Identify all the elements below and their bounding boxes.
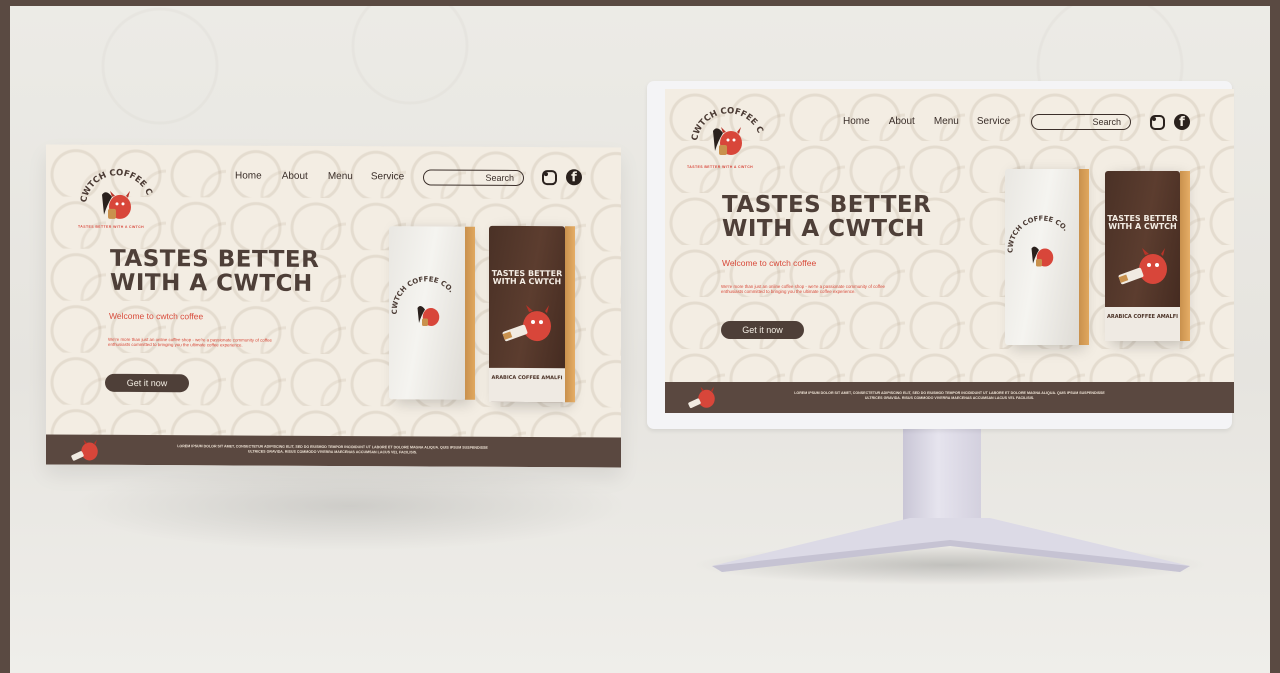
instagram-icon[interactable]: [1150, 114, 1165, 130]
bag-gusset: [1180, 171, 1190, 341]
brown-bag-title: TASTES BETTER WITH A CWTCH: [1105, 214, 1180, 232]
brand-logo[interactable]: CWTCH COFFEE CO. TASTES BETTER WITH A CW…: [72, 150, 156, 237]
welcome-text: Welcome to cwtch coffee: [109, 310, 204, 322]
footer-mascot-icon: [688, 386, 715, 409]
social-links: f: [1150, 114, 1190, 130]
intro-paragraph: We're more than just an online coffee sh…: [721, 284, 885, 295]
search-input[interactable]: Search: [423, 169, 524, 186]
bag-gusset: [1079, 169, 1089, 345]
nav-service[interactable]: Service: [371, 171, 404, 182]
search-input[interactable]: Search: [1031, 114, 1131, 130]
brown-bag-label: ARABICA COFFEE AMALFI: [491, 374, 563, 382]
dragon-mascot-icon: [102, 190, 131, 219]
hero-headline: TASTES BETTER WITH A CWTCH: [722, 193, 931, 241]
headline-line-1: TASTES BETTER: [110, 245, 320, 273]
nav-service[interactable]: Service: [977, 116, 1010, 127]
brand-logo[interactable]: CWTCH COFFEE CO. TASTES BETTER WITH A CW…: [683, 89, 767, 175]
get-it-now-button[interactable]: Get it now: [721, 321, 804, 339]
white-coffee-bag: CWTCH COFFEE CO.: [389, 226, 475, 400]
nav-home[interactable]: Home: [843, 116, 870, 127]
logo-tagline: TASTES BETTER WITH A CWTCH: [78, 224, 145, 230]
intro-paragraph: We're more than just an online coffee sh…: [108, 336, 272, 348]
brown-coffee-bag: TASTES BETTER WITH A CWTCH ARABICA COFFE…: [489, 225, 575, 403]
bag-mascot-icon: [417, 306, 440, 327]
footer-bar: Lorem ipsum dolor sit amet, consectetur …: [46, 434, 621, 468]
brown-coffee-bag: TASTES BETTER WITH A CWTCH ARABICA COFFE…: [1105, 171, 1190, 341]
nav-home[interactable]: Home: [235, 170, 262, 181]
instagram-icon[interactable]: [542, 169, 557, 185]
headline-line-2: WITH A CWTCH: [110, 269, 313, 298]
bag-label-band: ARABICA COFFEE AMALFI: [1105, 307, 1180, 341]
brown-bag-title: TASTES BETTER WITH A CWTCH: [489, 269, 565, 287]
brown-bag-label: ARABICA COFFEE AMALFI: [1106, 314, 1179, 320]
nav-about[interactable]: About: [889, 116, 915, 127]
panel-floor-shadow: [70, 461, 630, 551]
monitor-stand: [712, 518, 1190, 572]
footer-bar: Lorem ipsum dolor sit amet, consectetur …: [665, 382, 1234, 413]
footer-text: Lorem ipsum dolor sit amet, consectetur …: [751, 391, 1148, 402]
bag-dragon-cup-icon: [1118, 248, 1167, 285]
main-nav: Home About Menu Service: [235, 170, 404, 182]
bag-mascot-icon: [1031, 246, 1054, 267]
brown-bag-title-line-2: WITH A CWTCH: [1108, 222, 1177, 232]
logo-tagline: TASTES BETTER WITH A CWTCH: [687, 165, 754, 169]
bag-gusset: [565, 226, 575, 403]
search-label: Search: [1092, 117, 1121, 127]
headline-line-1: TASTES BETTER: [722, 192, 932, 218]
bag-dragon-cup-icon: [502, 305, 551, 342]
facebook-icon[interactable]: f: [1174, 114, 1190, 130]
bag-gusset: [465, 226, 475, 400]
website-panel-left: CWTCH COFFEE CO. TASTES BETTER WITH A CW…: [46, 144, 621, 468]
nav-menu[interactable]: Menu: [328, 171, 353, 182]
headline-line-2: WITH A CWTCH: [722, 216, 925, 243]
search-label: Search: [485, 172, 514, 183]
bag-label-band: ARABICA COFFEE AMALFI: [489, 367, 565, 403]
brown-bag-title-line-2: WITH A CWTCH: [492, 277, 562, 287]
nav-about[interactable]: About: [282, 171, 308, 182]
footer-text-line-2: ultrices gravida. Risus commodo viverra …: [864, 396, 1035, 401]
white-coffee-bag: CWTCH COFFEE CO.: [1005, 169, 1089, 345]
footer-text: Lorem ipsum dolor sit amet, consectetur …: [136, 444, 529, 457]
social-links: f: [542, 169, 582, 186]
get-it-now-button[interactable]: Get it now: [105, 373, 189, 393]
nav-menu[interactable]: Menu: [934, 116, 959, 127]
footer-mascot-icon: [71, 439, 98, 461]
main-nav: Home About Menu Service: [843, 116, 1010, 127]
facebook-icon[interactable]: f: [566, 169, 582, 186]
welcome-text: Welcome to cwtch coffee: [722, 258, 817, 268]
website-panel-monitor: CWTCH COFFEE CO. TASTES BETTER WITH A CW…: [665, 89, 1234, 413]
dragon-mascot-icon: [713, 127, 742, 155]
hero-headline: TASTES BETTER WITH A CWTCH: [110, 245, 320, 298]
